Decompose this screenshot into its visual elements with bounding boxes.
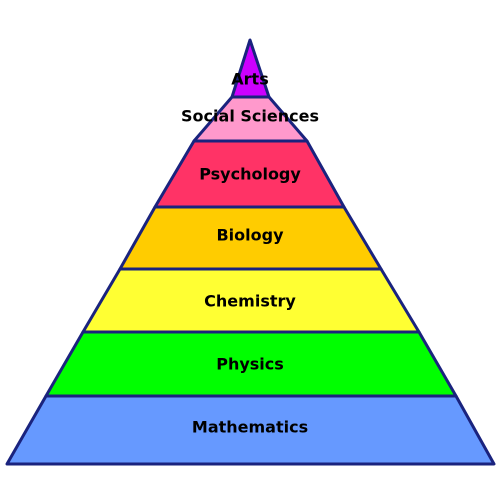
layer-chemistry-label: Chemistry [204,292,296,311]
layer-mathematics-label: Mathematics [192,418,308,437]
layer-physics-label: Physics [216,355,284,374]
pyramid-diagram: Arts Social Sciences Psychology Biology … [5,38,496,466]
layer-social-sciences-label: Social Sciences [181,107,319,126]
layer-psychology: Psychology [153,139,346,209]
layer-psychology-label: Psychology [199,165,301,184]
layer-mathematics: Mathematics [5,394,496,466]
layer-arts-label: Arts [231,70,268,89]
layer-biology-label: Biology [216,226,284,245]
layer-biology: Biology [118,205,383,271]
layer-physics: Physics [44,330,458,398]
layer-arts: Arts [230,38,271,99]
layer-chemistry: Chemistry [81,267,421,334]
layer-social-sciences: Social Sciences [181,95,319,143]
